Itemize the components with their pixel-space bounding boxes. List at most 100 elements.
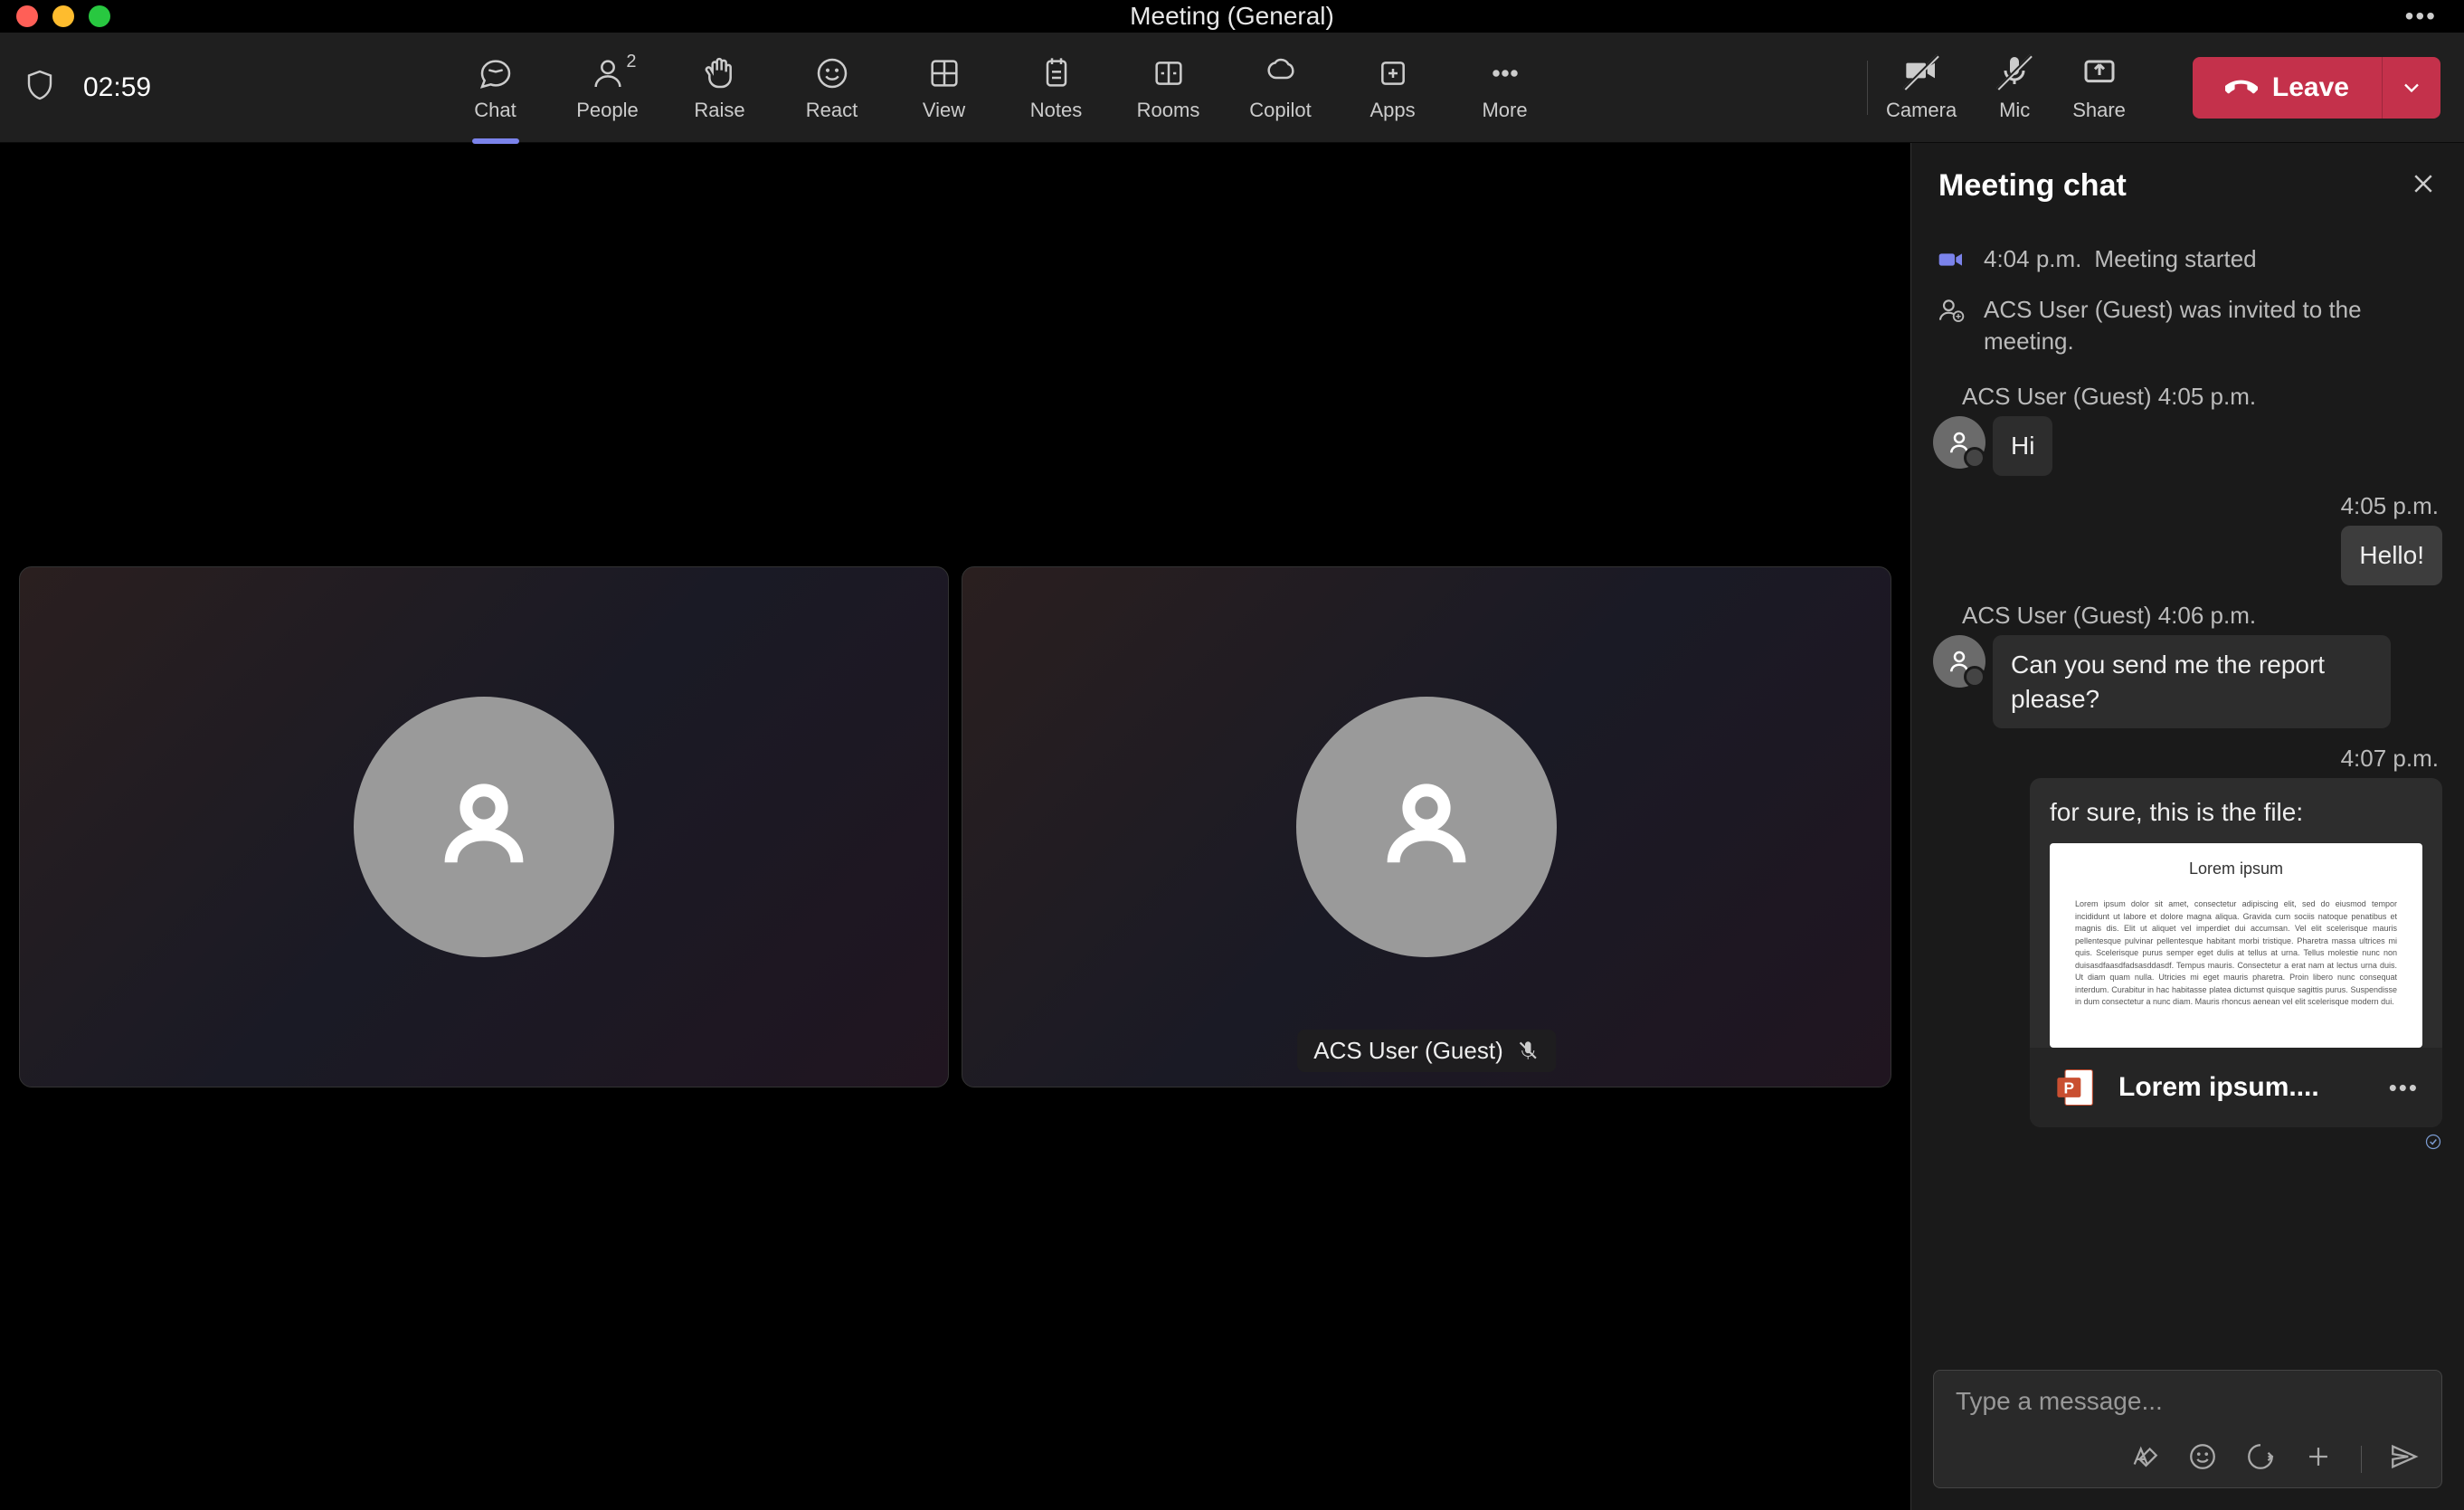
- window-maximize-button[interactable]: [89, 5, 110, 27]
- people-count-badge: 2: [626, 52, 636, 72]
- share-label: Share: [2072, 99, 2126, 122]
- message-row-3: Can you send me the report please?: [1933, 635, 2442, 729]
- close-chat-button[interactable]: [2410, 170, 2437, 202]
- chevron-down-icon: [2399, 75, 2424, 100]
- leave-dropdown[interactable]: [2382, 57, 2440, 119]
- camera-label: Camera: [1886, 99, 1957, 122]
- seen-indicator: [1933, 1133, 2442, 1151]
- people-icon: 2: [588, 53, 628, 93]
- video-icon: [1937, 245, 1967, 276]
- rooms-icon: [1149, 53, 1189, 93]
- attach-button[interactable]: [2303, 1441, 2334, 1477]
- meeting-timer: 02:59: [83, 72, 151, 103]
- react-button[interactable]: React: [796, 46, 868, 129]
- message-meta-2: 4:05 p.m.: [1933, 476, 2442, 526]
- view-button[interactable]: View: [908, 46, 981, 129]
- message-bubble[interactable]: Hi: [1993, 416, 2052, 476]
- chat-icon: [476, 53, 516, 93]
- camera-button[interactable]: Camera: [1886, 52, 1957, 122]
- view-icon: [924, 53, 964, 93]
- leave-button[interactable]: Leave: [2193, 57, 2382, 119]
- copilot-button[interactable]: Copilot: [1245, 46, 1317, 129]
- copilot-label: Copilot: [1249, 99, 1311, 122]
- send-icon: [2389, 1441, 2420, 1472]
- share-button[interactable]: Share: [2072, 52, 2126, 122]
- avatar: [1933, 635, 1985, 688]
- shield-icon[interactable]: [24, 69, 56, 106]
- chat-label: Chat: [474, 99, 516, 122]
- mic-button[interactable]: Mic: [1996, 52, 2033, 122]
- plus-icon: [2303, 1441, 2334, 1472]
- title-more-button[interactable]: •••: [2405, 2, 2437, 31]
- view-label: View: [923, 99, 965, 122]
- people-label: People: [576, 99, 639, 122]
- video-stage: ACS User (Guest): [0, 143, 1910, 1510]
- window-title: Meeting (General): [1130, 2, 1334, 31]
- toolbar-separator: [1867, 61, 1868, 115]
- file-info-bar: P Lorem ipsum.... •••: [2030, 1048, 2442, 1127]
- more-button[interactable]: More: [1469, 46, 1541, 129]
- participant-tile-1[interactable]: [19, 566, 949, 1087]
- send-button[interactable]: [2389, 1441, 2420, 1477]
- people-button[interactable]: 2 People: [572, 46, 644, 129]
- raise-label: Raise: [694, 99, 744, 122]
- notes-icon: [1037, 53, 1076, 93]
- file-attachment-card[interactable]: for sure, this is the file: Lorem ipsum …: [2030, 778, 2442, 1127]
- mic-label: Mic: [1999, 99, 2030, 122]
- file-caption: for sure, this is the file:: [2050, 798, 2422, 827]
- close-icon: [2410, 170, 2437, 197]
- raise-button[interactable]: Raise: [684, 46, 756, 129]
- preview-body: Lorem ipsum dolor sit amet, consectetur …: [2075, 898, 2397, 1009]
- powerpoint-icon: P: [2053, 1064, 2100, 1111]
- format-button[interactable]: [2129, 1441, 2160, 1477]
- file-more-button[interactable]: •••: [2389, 1074, 2419, 1102]
- chat-panel-title: Meeting chat: [1938, 168, 2127, 204]
- copilot-icon: [1261, 53, 1301, 93]
- raise-hand-icon: [700, 53, 740, 93]
- emoji-button[interactable]: [2187, 1441, 2218, 1477]
- system-message-started: 4:04 p.m.Meeting started: [1933, 234, 2442, 285]
- mic-muted-icon: [1516, 1039, 1540, 1062]
- compose-separator: [2361, 1446, 2362, 1473]
- message-bubble[interactable]: Hello!: [2341, 526, 2442, 585]
- window-minimize-button[interactable]: [52, 5, 74, 27]
- started-text: Meeting started: [2094, 245, 2256, 272]
- system-message-invited: ACS User (Guest) was invited to the meet…: [1933, 285, 2442, 366]
- loop-button[interactable]: [2245, 1441, 2276, 1477]
- message-bubble[interactable]: Can you send me the report please?: [1993, 635, 2391, 729]
- participant-name-label: ACS User (Guest): [1297, 1030, 1556, 1072]
- camera-off-icon: [1903, 52, 1939, 93]
- loop-icon: [2245, 1441, 2276, 1472]
- participant-name: ACS User (Guest): [1313, 1037, 1503, 1065]
- apps-label: Apps: [1369, 99, 1415, 122]
- meeting-toolbar: 02:59 Chat 2 People Raise React View Not…: [0, 33, 2464, 143]
- traffic-lights: [0, 5, 110, 27]
- person-add-icon: [1937, 296, 1967, 327]
- emoji-icon: [2187, 1441, 2218, 1472]
- rooms-label: Rooms: [1137, 99, 1200, 122]
- message-row-2: Hello!: [1933, 526, 2442, 585]
- share-icon: [2081, 52, 2118, 93]
- more-label: More: [1482, 99, 1527, 122]
- avatar-placeholder: [354, 697, 614, 957]
- window-close-button[interactable]: [16, 5, 38, 27]
- svg-text:P: P: [2064, 1079, 2075, 1097]
- titlebar: Meeting (General) •••: [0, 0, 2464, 33]
- more-icon: [1485, 53, 1525, 93]
- rooms-button[interactable]: Rooms: [1132, 46, 1205, 129]
- leave-label: Leave: [2272, 72, 2349, 103]
- leave-phone-icon: [2225, 71, 2258, 104]
- apps-button[interactable]: Apps: [1357, 46, 1429, 129]
- avatar-placeholder: [1296, 697, 1557, 957]
- participant-tile-2[interactable]: ACS User (Guest): [962, 566, 1891, 1087]
- message-row-1: Hi: [1933, 416, 2442, 476]
- notes-button[interactable]: Notes: [1020, 46, 1093, 129]
- format-icon: [2129, 1441, 2160, 1472]
- message-input[interactable]: [1956, 1387, 2420, 1416]
- chat-button[interactable]: Chat: [460, 46, 532, 129]
- message-row-4: for sure, this is the file: Lorem ipsum …: [1933, 778, 2442, 1127]
- message-meta-1: ACS User (Guest) 4:05 p.m.: [1933, 366, 2442, 416]
- react-label: React: [806, 99, 858, 122]
- file-preview: Lorem ipsum Lorem ipsum dolor sit amet, …: [2050, 843, 2422, 1048]
- compose-box: [1933, 1370, 2442, 1488]
